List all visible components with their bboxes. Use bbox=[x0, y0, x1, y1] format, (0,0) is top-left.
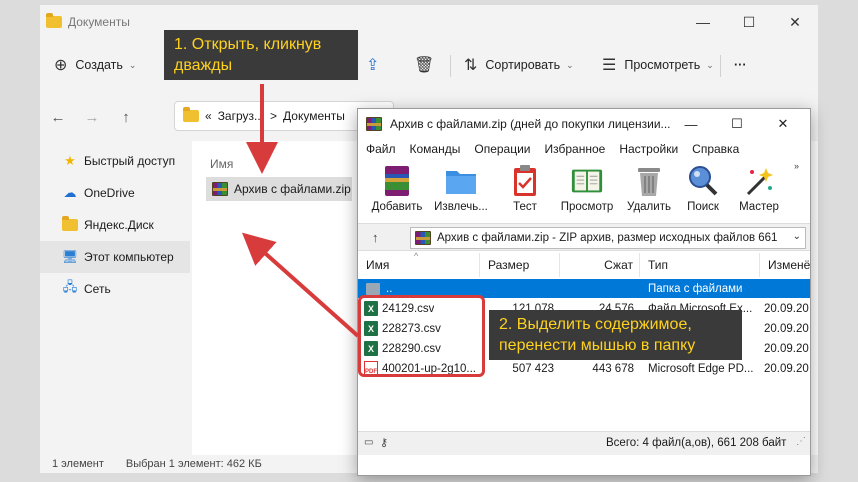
annotation-arrows bbox=[242, 84, 360, 338]
arrow-drag-to-folder bbox=[242, 232, 360, 338]
